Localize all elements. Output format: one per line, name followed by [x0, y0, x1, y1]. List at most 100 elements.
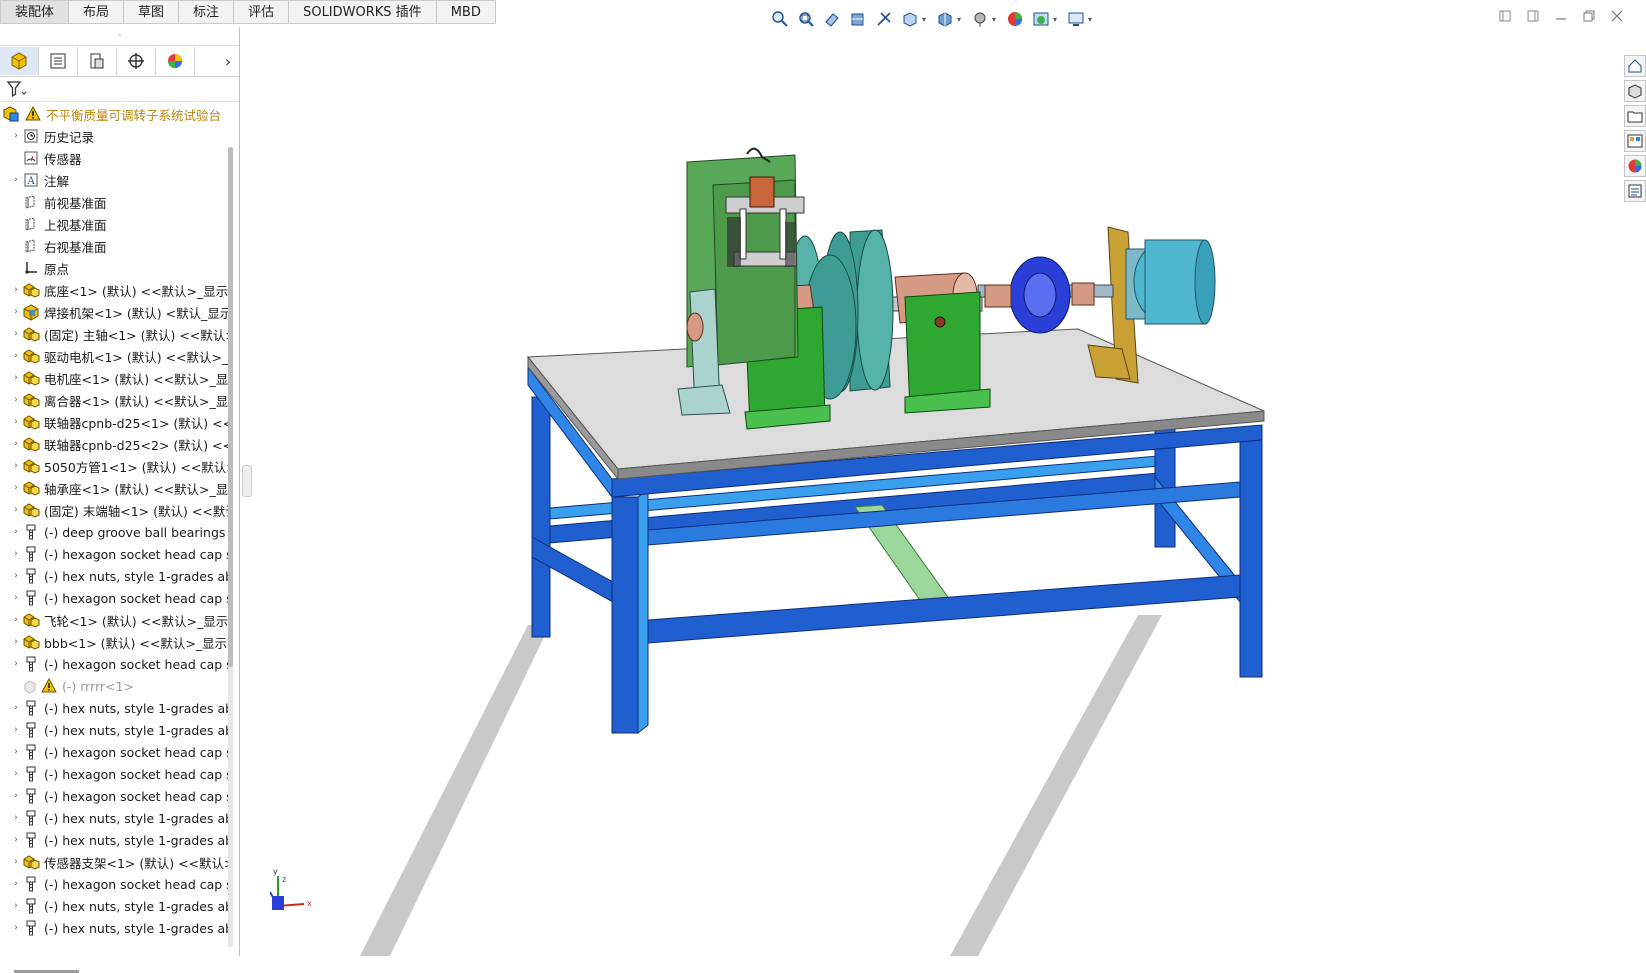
tree-item[interactable]: › 飞轮<1> (默认) <<默认>_显示状 — [6, 609, 232, 631]
expand-arrow-icon[interactable]: › — [6, 285, 22, 295]
tree-item[interactable]: › (-) hexagon socket head cap s — [6, 741, 232, 763]
dropdown-caret-icon[interactable]: ▾ — [922, 15, 929, 24]
dimxpert-icon[interactable] — [117, 47, 156, 75]
graphics-viewport[interactable] — [250, 27, 1624, 956]
expand-arrow-icon[interactable]: › — [6, 659, 22, 669]
tree-item[interactable]: › (-) hexagon socket head cap s — [6, 587, 232, 609]
tree-root[interactable]: 不平衡质量可调转子系统试验台 — [0, 103, 228, 125]
expand-arrow-icon[interactable]: › — [6, 175, 22, 185]
expand-arrow-icon[interactable]: › — [6, 593, 22, 603]
tree-item[interactable]: › (-) hex nuts, style 1-grades ab — [6, 829, 232, 851]
tree-item[interactable]: › 5050方管1<1> (默认) <<默认>_ — [6, 455, 232, 477]
expand-arrow-icon[interactable]: › — [6, 549, 22, 559]
tree-item[interactable]: (-) rrrrr<1> — [6, 675, 232, 697]
file-explorer-icon[interactable] — [1624, 105, 1646, 127]
expand-arrow-icon[interactable]: › — [6, 703, 22, 713]
close-icon[interactable] — [1610, 10, 1624, 24]
property-manager-icon[interactable] — [39, 47, 78, 75]
tree-item[interactable]: › (-) hexagon socket head cap s — [6, 763, 232, 785]
tree-item[interactable]: › 联轴器cpnb-d25<1> (默认) << — [6, 411, 232, 433]
design-library-icon[interactable] — [1624, 80, 1646, 102]
tree-item[interactable]: › 驱动电机<1> (默认) <<默认>_显 — [6, 345, 232, 367]
more-tabs-chevron-icon[interactable]: › — [217, 52, 239, 71]
section-view-icon[interactable] — [848, 9, 868, 29]
feature-filter[interactable] — [0, 77, 239, 102]
expand-arrow-icon[interactable]: › — [6, 615, 22, 625]
previous-view-icon[interactable] — [822, 9, 842, 29]
tree-item[interactable]: › (-) hex nuts, style 1-grades ab — [6, 895, 232, 917]
tree-item[interactable]: › (固定) 末端轴<1> (默认) <<默认 — [6, 499, 232, 521]
appearances-icon[interactable] — [1624, 155, 1646, 177]
tab-5[interactable]: SOLIDWORKS 插件 — [289, 0, 437, 24]
view-palette-icon[interactable] — [1624, 130, 1646, 152]
dropdown-caret-icon[interactable]: ▾ — [957, 15, 964, 24]
tree-item[interactable]: › (-) hexagon socket head cap s — [6, 785, 232, 807]
expand-arrow-icon[interactable]: › — [6, 725, 22, 735]
expand-arrow-icon[interactable]: › — [6, 791, 22, 801]
tree-item[interactable]: › bbb<1> (默认) <<默认>_显示状 — [6, 631, 232, 653]
tab-1[interactable]: 布局 — [69, 0, 125, 24]
tree-item[interactable]: › 联轴器cpnb-d25<2> (默认) << — [6, 433, 232, 455]
expand-arrow-icon[interactable]: › — [6, 395, 22, 405]
tree-item[interactable]: 前视基准面 — [6, 191, 232, 213]
tree-item[interactable]: › (-) hex nuts, style 1-grades ab — [6, 697, 232, 719]
tree-item[interactable]: › (-) hexagon socket head cap s — [6, 653, 232, 675]
tree-item[interactable]: › 焊接机架<1> (默认) <默认_显示 — [6, 301, 232, 323]
expand-arrow-icon[interactable]: › — [6, 571, 22, 581]
expand-arrow-icon[interactable]: › — [6, 483, 22, 493]
scrollbar-thumb[interactable] — [228, 147, 233, 667]
tree-item[interactable]: › A 注解 — [6, 169, 232, 191]
hide-show-icon[interactable] — [970, 9, 990, 29]
tree-item[interactable]: › 离合器<1> (默认) <<默认>_显示 — [6, 389, 232, 411]
tree-vertical-scrollbar[interactable] — [228, 147, 233, 947]
tree-item[interactable]: › (固定) 主轴<1> (默认) <<默认> — [6, 323, 232, 345]
zoom-to-fit-icon[interactable] — [770, 9, 790, 29]
configuration-manager-icon[interactable] — [78, 47, 117, 75]
tree-item[interactable]: › (-) deep groove ball bearings — [6, 521, 232, 543]
restore-left-icon[interactable] — [1498, 10, 1512, 24]
expand-arrow-icon[interactable]: › — [6, 439, 22, 449]
tab-0[interactable]: 装配体 — [0, 0, 70, 24]
dynamic-annotation-icon[interactable] — [874, 9, 894, 29]
expand-arrow-icon[interactable]: › — [6, 769, 22, 779]
tree-item[interactable]: › (-) hex nuts, style 1-grades ab — [6, 807, 232, 829]
apply-scene-icon[interactable] — [1031, 9, 1051, 29]
tree-item[interactable]: 上视基准面 — [6, 213, 232, 235]
display-style-icon[interactable] — [935, 9, 955, 29]
tree-item[interactable]: 原点 — [6, 257, 232, 279]
tree-item[interactable]: › 历史记录 — [6, 125, 232, 147]
tab-3[interactable]: 标注 — [179, 0, 235, 24]
feature-manager-icon[interactable] — [0, 47, 39, 75]
maximize-icon[interactable] — [1582, 10, 1596, 24]
dropdown-caret-icon[interactable]: ▾ — [1053, 15, 1060, 24]
expand-arrow-icon[interactable]: › — [6, 131, 22, 141]
dropdown-caret-icon[interactable]: ▾ — [1088, 15, 1095, 24]
expand-arrow-icon[interactable]: › — [6, 351, 22, 361]
expand-arrow-icon[interactable]: › — [6, 461, 22, 471]
panel-grip[interactable]: ◦ — [0, 27, 239, 46]
tree-item[interactable]: 传感器 — [6, 147, 232, 169]
display-manager-icon[interactable] — [156, 47, 195, 75]
minimize-icon[interactable] — [1554, 10, 1568, 24]
tab-6[interactable]: MBD — [436, 0, 496, 24]
expand-arrow-icon[interactable]: › — [6, 329, 22, 339]
tree-item[interactable]: › (-) hex nuts, style 1-grades ab — [6, 565, 232, 587]
filter-icon[interactable] — [6, 80, 28, 98]
expand-arrow-icon[interactable]: › — [6, 417, 22, 427]
tree-item[interactable]: › 底座<1> (默认) <<默认>_显示状 — [6, 279, 232, 301]
tree-item[interactable]: › 电机座<1> (默认) <<默认>_显示 — [6, 367, 232, 389]
tree-item[interactable]: › 轴承座<1> (默认) <<默认>_显示 — [6, 477, 232, 499]
tree-item[interactable]: › (-) hex nuts, style 1-grades ab — [6, 917, 232, 939]
solidworks-resources-icon[interactable] — [1624, 55, 1646, 77]
zoom-area-icon[interactable] — [796, 9, 816, 29]
custom-properties-icon[interactable] — [1624, 180, 1646, 202]
expand-arrow-icon[interactable]: › — [6, 373, 22, 383]
expand-arrow-icon[interactable]: › — [6, 813, 22, 823]
dropdown-caret-icon[interactable]: ▾ — [992, 15, 999, 24]
tree-item[interactable]: › (-) hex nuts, style 1-grades ab — [6, 719, 232, 741]
tab-4[interactable]: 评估 — [234, 0, 290, 24]
tree-item[interactable]: 右视基准面 — [6, 235, 232, 257]
view-settings-icon[interactable] — [1066, 9, 1086, 29]
expand-arrow-icon[interactable]: › — [6, 637, 22, 647]
tab-2[interactable]: 草图 — [124, 0, 180, 24]
